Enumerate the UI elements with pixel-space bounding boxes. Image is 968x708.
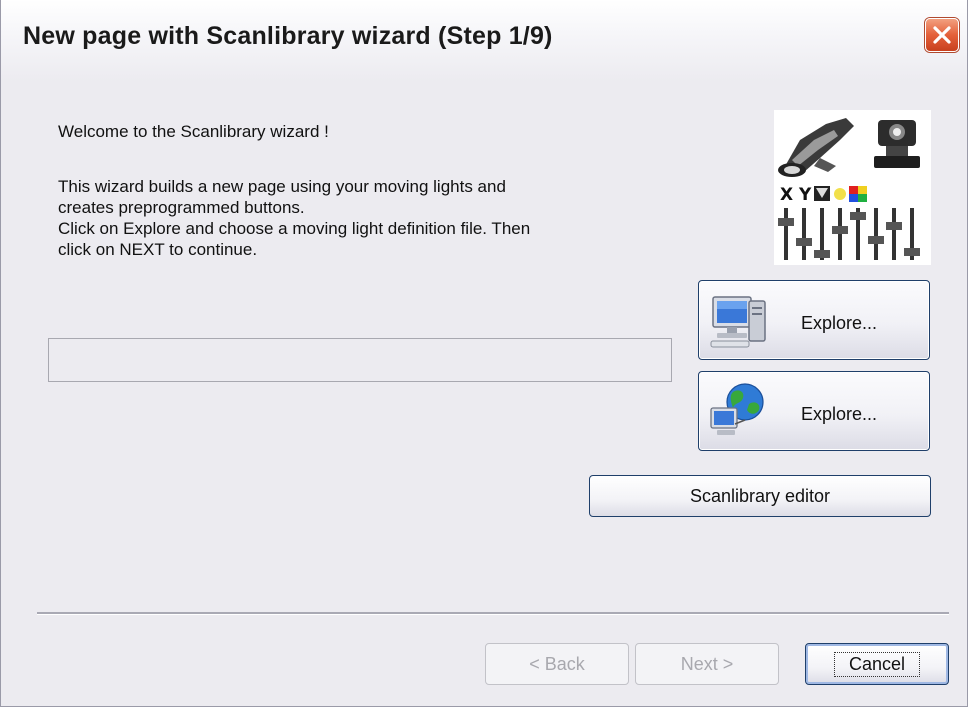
explore-web-button[interactable]: Explore... [698,371,930,451]
explore-local-button[interactable]: Explore... [698,280,930,360]
welcome-text: Welcome to the Scanlibrary wizard ! [58,122,329,141]
definition-file-field[interactable] [48,338,672,382]
back-button[interactable]: < Back [485,643,629,685]
moving-head-icon [778,118,854,177]
description-line: click on NEXT to continue. [58,240,258,259]
svg-text:X Y: X Y [780,185,812,205]
close-icon [933,26,951,44]
explore-web-label: Explore... [801,404,878,424]
next-button[interactable]: Next > [635,643,779,685]
globe-network-icon [705,378,771,449]
close-button[interactable] [925,18,959,52]
scanner-icon [874,120,920,168]
description-line: Click on Explore and choose a moving lig… [58,219,531,238]
wizard-window: New page with Scanlibrary wizard (Step 1… [0,0,968,707]
scanlibrary-editor-button[interactable]: Scanlibrary editor [589,475,931,517]
cancel-label: Cancel [833,651,921,677]
explore-local-label: Explore... [801,313,878,333]
description-text: This wizard builds a new page using your… [58,176,678,260]
faders-icon [778,208,920,260]
footer-divider [37,612,949,615]
description-line: This wizard builds a new page using your… [58,177,506,196]
description-line: creates preprogrammed buttons. [58,198,305,217]
moving-light-logo: X Y [774,110,931,265]
computer-icon [705,287,771,358]
window-title: New page with Scanlibrary wizard (Step 1… [23,22,553,50]
cancel-button[interactable]: Cancel [805,643,949,685]
title-bar[interactable]: New page with Scanlibrary wizard (Step 1… [1,0,967,82]
